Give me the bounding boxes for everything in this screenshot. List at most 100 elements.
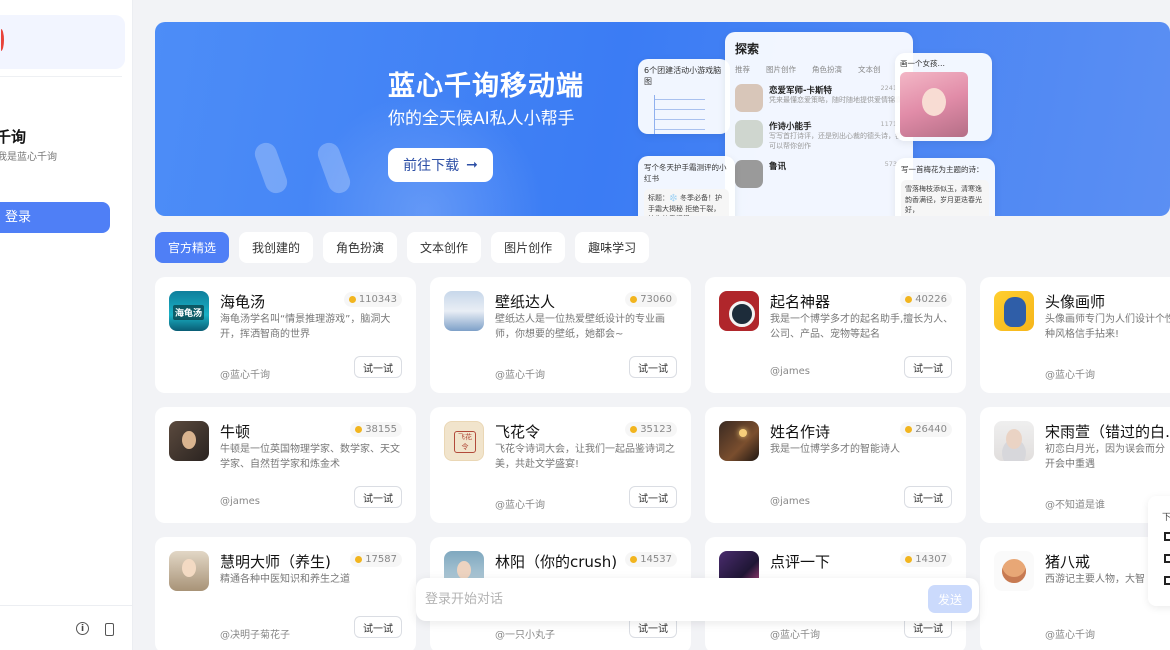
agent-author: @james [220, 496, 261, 507]
agent-name: 壁纸达人 [495, 293, 556, 311]
coin-icon [905, 426, 913, 433]
agent-card[interactable]: 姓名作诗 26440 我是一位博学多才的智能诗人 @james 试一试 [705, 407, 966, 523]
mockup-mindmap: 6个团建活动小游戏脑图 [638, 59, 730, 134]
try-button[interactable]: 试一试 [904, 486, 952, 508]
try-button[interactable]: 试一试 [354, 356, 402, 378]
banner-decoration [251, 139, 291, 197]
mockup-item: 作诗小能手 1171 写写首打诗评，还是别出心裁的德头诗，都可以帮你创作 [735, 120, 903, 152]
coin-icon [355, 556, 363, 563]
usage-count-badge: 14537 [625, 552, 677, 567]
mindmap-lines [654, 95, 724, 134]
huiming-icon [169, 551, 209, 591]
agent-name: 猪八戒 [1045, 553, 1091, 571]
agent-card[interactable]: 飞花令 飞花令 35123 飞花令诗词大会，让我们一起品鉴诗词之美，共赴文学盛宴… [430, 407, 691, 523]
agent-author: @不知道是谁 [1045, 500, 1105, 511]
info-icon[interactable]: i [76, 622, 89, 635]
banner-subtitle: 你的全天候AI私人小帮手 [388, 109, 575, 129]
sidebar-divider [0, 76, 122, 77]
agent-author: @蓝心千询 [770, 630, 820, 641]
mockup-poem-title: 写一首梅花为主题的诗： [901, 165, 984, 174]
category-tabs: 官方精选 我创建的 角色扮演 文本创作 图片创作 趣味学习 [155, 232, 650, 263]
agent-author: @一只小丸子 [495, 630, 555, 641]
agent-description: 初恋白月光，因为误会而分开会中重遇 [1045, 444, 1165, 470]
agent-name: 点评一下 [770, 553, 831, 571]
agent-card[interactable]: 壁纸达人 73060 壁纸达人是一位热爱壁纸设计的专业画师，你想要的壁纸，她都会… [430, 277, 691, 393]
tab-text-creation[interactable]: 文本创作 [407, 232, 482, 263]
send-button[interactable]: 发送 [928, 585, 972, 613]
login-button[interactable]: 登录 [0, 202, 110, 233]
mockup-note-title: 写个冬天护手霜测评的小红书 [644, 163, 727, 183]
mockup-explore-title: 探索 [735, 42, 760, 56]
mockup-note-text: 标题：❄️ 冬季必备！护手霜大揭秘 拒绝干裂，让你的手湿滑 [644, 189, 729, 216]
tab-role-play[interactable]: 角色扮演 [323, 232, 398, 263]
tab-image-creation[interactable]: 图片创作 [491, 232, 566, 263]
try-button[interactable]: 试一试 [354, 486, 402, 508]
agent-name: 头像画师 [1045, 293, 1106, 311]
tab-fun-learning[interactable]: 趣味学习 [575, 232, 650, 263]
coin-icon [630, 426, 638, 433]
agent-card[interactable]: 猪八戒 西游记主要人物，大智 @蓝心千询 [980, 537, 1170, 650]
agent-card[interactable]: 头像画师 头像画师专门为人们设计个性种风格信手拈来! @蓝心千询 [980, 277, 1170, 393]
zhubajie-icon [994, 551, 1034, 591]
qr-code-icon [1164, 554, 1170, 563]
mockup-poem-card: 写一首梅花为主题的诗： 雪落梅枝添似玉，清寒逸韵香满径，岁月更迭春光好， [895, 158, 995, 216]
try-button[interactable]: 试一试 [354, 616, 402, 638]
agent-author: @蓝心千询 [1045, 370, 1095, 381]
mockup-item: 恋爱军师-卡斯特 2241 凭来最懂恋爱策略，随时随地提供爱情锦囊 [735, 84, 903, 112]
chat-input[interactable] [416, 578, 916, 621]
mockup-tab: 推荐 [735, 65, 750, 74]
agent-card[interactable]: 海龟汤 海龟汤 110343 海龟汤学名叫“情景推理游戏”，脑洞大开，挥洒智商的… [155, 277, 416, 393]
agent-description: 海龟汤学名叫“情景推理游戏”，脑洞大开，挥洒智商的世界 [220, 314, 391, 340]
agent-card[interactable]: 宋雨萱（错过的白… 初恋白月光，因为误会而分开会中重遇 @不知道是谁 [980, 407, 1170, 523]
newton-icon [169, 421, 209, 461]
mockup-item-desc: 凭来最懂恋爱策略，随时随地提供爱情锦囊 [769, 96, 902, 104]
mockup-item-desc: 写写首打诗评，还是别出心裁的德头诗，都可以帮你创作 [769, 132, 902, 150]
agent-author: @蓝心千询 [220, 370, 270, 381]
sidebar-bottom-divider [0, 605, 132, 606]
agent-card[interactable]: 慧明大师（养生) 17587 精通各种中医知识和养生之道 @决明子菊花子 试一试 [155, 537, 416, 650]
download-qr-label: 下 [1162, 513, 1170, 523]
agent-name: 海龟汤 [220, 293, 266, 311]
mockup-tab: 文本创 [858, 65, 881, 74]
try-button[interactable]: 试一试 [629, 486, 677, 508]
download-button[interactable]: 前往下载 ➞ [388, 148, 493, 182]
usage-count-badge: 40226 [900, 292, 952, 307]
tab-official-picks[interactable]: 官方精选 [155, 232, 230, 263]
usage-count-badge: 38155 [350, 422, 402, 437]
agent-name: 宋雨萱（错过的白… [1045, 423, 1170, 441]
qr-code-icon [1164, 532, 1170, 541]
qr-code-icon [1164, 576, 1170, 585]
agent-description: 壁纸达人是一位热爱壁纸设计的专业画师，你想要的壁纸，她都会~ [495, 314, 665, 340]
agent-description: 飞花令诗词大会，让我们一起品鉴诗词之美，共赴文学盛宴! [495, 444, 675, 470]
agent-card[interactable]: 起名神器 40226 我是一个博学多才的起名助手,擅长为人、公司、产品、宠物等起… [705, 277, 966, 393]
agent-card[interactable]: 牛顿 38155 牛顿是一位英国物理学家、数学家、天文学家、自然哲学家和炼金术 … [155, 407, 416, 523]
name-poem-icon [719, 421, 759, 461]
coin-icon [630, 556, 638, 563]
mockup-tab: 角色扮演 [812, 65, 842, 74]
download-banner[interactable]: 蓝心千询移动端 你的全天候AI私人小帮手 前往下载 ➞ 6个团建活动小游戏脑图 … [155, 22, 1170, 216]
tab-my-created[interactable]: 我创建的 [239, 232, 314, 263]
agent-author: @决明子菊花子 [220, 630, 290, 641]
usage-count-badge: 14307 [900, 552, 952, 567]
mockup-avatar [735, 159, 763, 188]
naming-icon [719, 291, 759, 331]
mockup-avatar [735, 84, 763, 112]
agent-description: 我是一个博学多才的起名助手,擅长为人、公司、产品、宠物等起名 [770, 314, 954, 340]
try-button[interactable]: 试一试 [629, 356, 677, 378]
download-qr-widget[interactable]: 下 [1148, 496, 1170, 606]
phone-icon[interactable] [101, 621, 117, 637]
chat-bar: 发送 [416, 578, 979, 621]
agent-name: 姓名作诗 [770, 423, 831, 441]
usage-count-badge: 110343 [343, 292, 402, 307]
agent-name: 起名神器 [770, 293, 831, 311]
mockup-item-name: 作诗小能手 [769, 122, 812, 132]
mockup-note-card: 写个冬天护手霜测评的小红书 标题：❄️ 冬季必备！护手霜大揭秘 拒绝干裂，让你的… [638, 156, 735, 216]
sidebar-title: 千询 [0, 128, 27, 146]
try-button[interactable]: 试一试 [904, 356, 952, 378]
sidebar-subtitle: 我是蓝心千询 [0, 152, 57, 163]
mockup-item: 鲁讯 573 [735, 159, 903, 188]
mockup-item-name: 鲁讯 [769, 161, 787, 172]
new-chat-button[interactable] [0, 15, 125, 69]
agent-author: @james [770, 496, 811, 507]
agent-name: 林阳（你的crush) [495, 553, 618, 571]
